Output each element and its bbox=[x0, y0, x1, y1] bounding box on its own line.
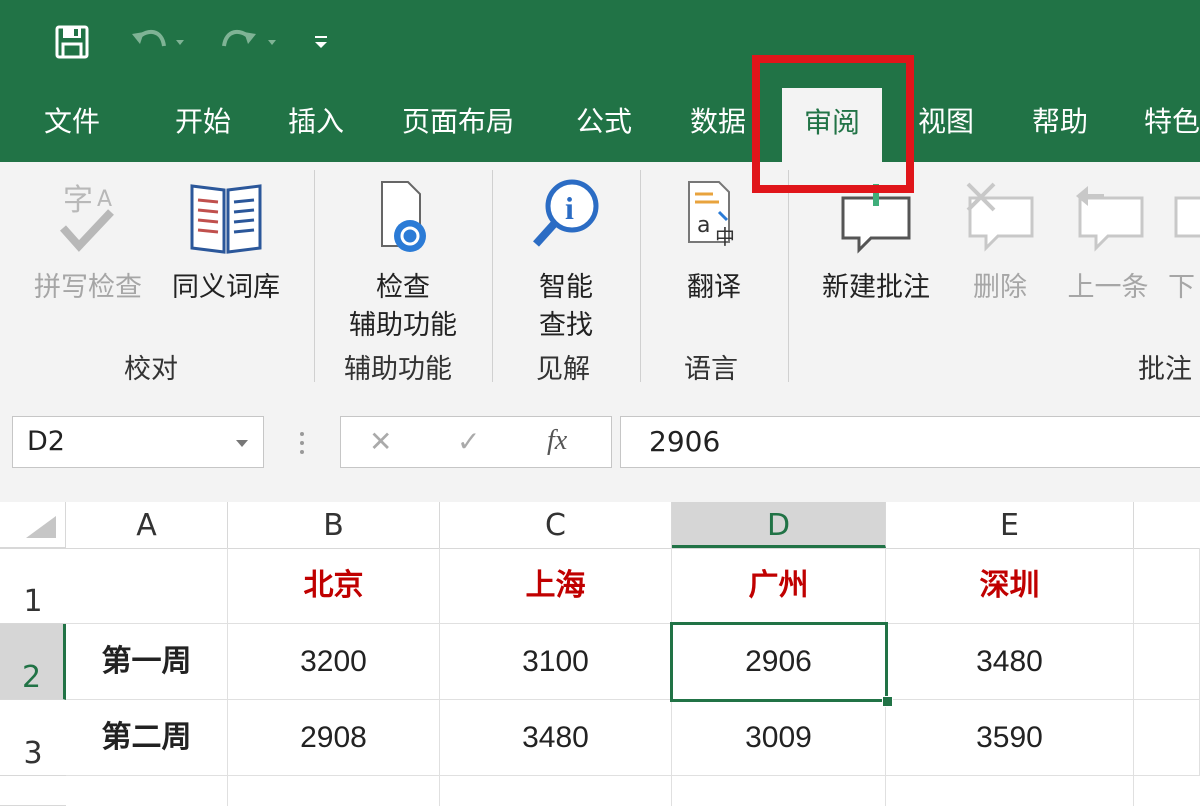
redo-icon[interactable] bbox=[214, 22, 278, 62]
title-bar bbox=[0, 0, 1200, 86]
cell-c3[interactable]: 3480 bbox=[440, 700, 672, 776]
cell-c4[interactable] bbox=[440, 776, 672, 806]
svg-text:a: a bbox=[697, 213, 710, 238]
tab-page-layout[interactable]: 页面布局 bbox=[402, 86, 514, 162]
active-cell-border bbox=[670, 622, 888, 702]
ribbon-review: 字 A 拼写检查 同义词库 校对 检查 辅助功能 辅助功能 i 智能 查找 见解… bbox=[0, 162, 1200, 391]
spell-check-icon: 字 A bbox=[60, 183, 114, 252]
undo-icon[interactable] bbox=[128, 22, 192, 62]
column-header-d[interactable]: D bbox=[672, 502, 886, 548]
formula-input[interactable]: 2906 bbox=[620, 416, 1200, 468]
smart-lookup-button[interactable]: i 智能 查找 bbox=[514, 176, 618, 345]
cell-f2[interactable] bbox=[1134, 624, 1200, 700]
name-box-value: D2 bbox=[27, 426, 65, 457]
ribbon-tabs: 文件 开始 插入 页面布局 公式 数据 审阅 视图 帮助 特色 bbox=[0, 86, 1200, 162]
group-comments-label: 批注 bbox=[1138, 354, 1192, 385]
tab-view[interactable]: 视图 bbox=[918, 86, 974, 162]
tab-special[interactable]: 特色 bbox=[1144, 86, 1200, 162]
column-header-c[interactable]: C bbox=[440, 502, 672, 548]
cell-e1[interactable]: 深圳 bbox=[886, 548, 1134, 624]
delete-comment-button[interactable]: 删除 bbox=[958, 176, 1042, 307]
group-divider bbox=[788, 170, 789, 382]
spell-check-button[interactable]: 字 A 拼写检查 bbox=[26, 176, 150, 307]
cell-c1[interactable]: 上海 bbox=[440, 548, 672, 624]
save-icon[interactable] bbox=[54, 22, 90, 62]
select-all-button[interactable] bbox=[0, 502, 66, 548]
svg-text:中: 中 bbox=[715, 225, 735, 249]
cell-b4[interactable] bbox=[228, 776, 440, 806]
group-divider bbox=[640, 170, 641, 382]
cell-a1[interactable] bbox=[66, 548, 228, 624]
formula-value: 2906 bbox=[649, 425, 721, 458]
fill-handle[interactable] bbox=[882, 696, 893, 707]
cell-f3[interactable] bbox=[1134, 700, 1200, 776]
cell-a3[interactable]: 第二周 bbox=[66, 700, 228, 776]
formula-bar: D2 ✕ ✓ fx 2906 bbox=[0, 390, 1200, 502]
cell-e2[interactable]: 3480 bbox=[886, 624, 1134, 700]
translate-icon: a 中 bbox=[688, 181, 735, 249]
enter-icon[interactable]: ✓ bbox=[457, 425, 480, 458]
cell-c2[interactable]: 3100 bbox=[440, 624, 672, 700]
tab-insert[interactable]: 插入 bbox=[288, 86, 344, 162]
cell-d1[interactable]: 广州 bbox=[672, 548, 886, 624]
tab-home[interactable]: 开始 bbox=[175, 86, 231, 162]
translate-button[interactable]: a 中 翻译 bbox=[662, 176, 766, 307]
cell-e3[interactable]: 3590 bbox=[886, 700, 1134, 776]
cell-b3[interactable]: 2908 bbox=[228, 700, 440, 776]
smart-lookup-icon: i bbox=[533, 179, 599, 247]
cell-a4[interactable] bbox=[66, 776, 228, 806]
drag-handle-icon[interactable] bbox=[298, 430, 306, 460]
svg-text:字: 字 bbox=[63, 183, 93, 218]
cancel-icon[interactable]: ✕ bbox=[369, 425, 392, 458]
check-accessibility-button[interactable]: 检查 辅助功能 bbox=[338, 176, 468, 345]
group-accessibility-label: 辅助功能 bbox=[344, 354, 452, 385]
group-proofing-label: 校对 bbox=[124, 354, 178, 385]
group-language-label: 语言 bbox=[684, 354, 738, 385]
cell-d3[interactable]: 3009 bbox=[672, 700, 886, 776]
tab-file[interactable]: 文件 bbox=[44, 86, 100, 162]
cell-e4[interactable] bbox=[886, 776, 1134, 806]
customize-qat-icon[interactable] bbox=[312, 22, 332, 62]
delete-comment-icon bbox=[966, 182, 1034, 252]
new-comment-icon bbox=[841, 184, 911, 254]
cell-a2[interactable]: 第一周 bbox=[66, 624, 228, 700]
column-header-b[interactable]: B bbox=[228, 502, 440, 548]
book-icon bbox=[190, 184, 262, 254]
row-header-4[interactable] bbox=[0, 776, 66, 806]
column-header-e[interactable]: E bbox=[886, 502, 1134, 548]
svg-text:A: A bbox=[97, 187, 112, 212]
group-divider bbox=[314, 170, 315, 382]
cell-b1[interactable]: 北京 bbox=[228, 548, 440, 624]
name-box[interactable]: D2 bbox=[12, 416, 264, 468]
thesaurus-button[interactable]: 同义词库 bbox=[162, 176, 290, 307]
chevron-down-icon[interactable] bbox=[235, 439, 249, 449]
row-header-3[interactable]: 3 bbox=[0, 700, 66, 776]
previous-comment-button[interactable]: 上一条 bbox=[1060, 176, 1156, 307]
cell-b2[interactable]: 3200 bbox=[228, 624, 440, 700]
column-header-f[interactable] bbox=[1134, 502, 1200, 548]
new-comment-button[interactable]: 新建批注 bbox=[808, 176, 944, 307]
formula-buttons: ✕ ✓ fx bbox=[340, 416, 612, 468]
svg-text:i: i bbox=[565, 190, 574, 226]
insert-function-icon[interactable]: fx bbox=[547, 425, 567, 457]
next-comment-icon bbox=[1174, 196, 1200, 238]
tab-review[interactable]: 审阅 bbox=[782, 88, 883, 162]
group-insights-label: 见解 bbox=[536, 354, 590, 385]
accessibility-icon bbox=[381, 181, 426, 252]
next-comment-button[interactable]: 下 bbox=[1168, 176, 1200, 307]
cell-f1[interactable] bbox=[1134, 548, 1200, 624]
tab-help[interactable]: 帮助 bbox=[1032, 86, 1088, 162]
row-header-2[interactable]: 2 bbox=[0, 624, 66, 700]
group-divider bbox=[492, 170, 493, 382]
column-header-a[interactable]: A bbox=[66, 502, 228, 548]
previous-comment-icon bbox=[1076, 186, 1144, 252]
worksheet-grid: A B C D E 1 2 3 北京 上海 广州 深圳 第一周 3200 310… bbox=[0, 502, 1200, 806]
cell-d4[interactable] bbox=[672, 776, 886, 806]
row-header-1[interactable]: 1 bbox=[0, 548, 66, 624]
tab-data[interactable]: 数据 bbox=[690, 86, 746, 162]
tab-formulas[interactable]: 公式 bbox=[576, 86, 632, 162]
